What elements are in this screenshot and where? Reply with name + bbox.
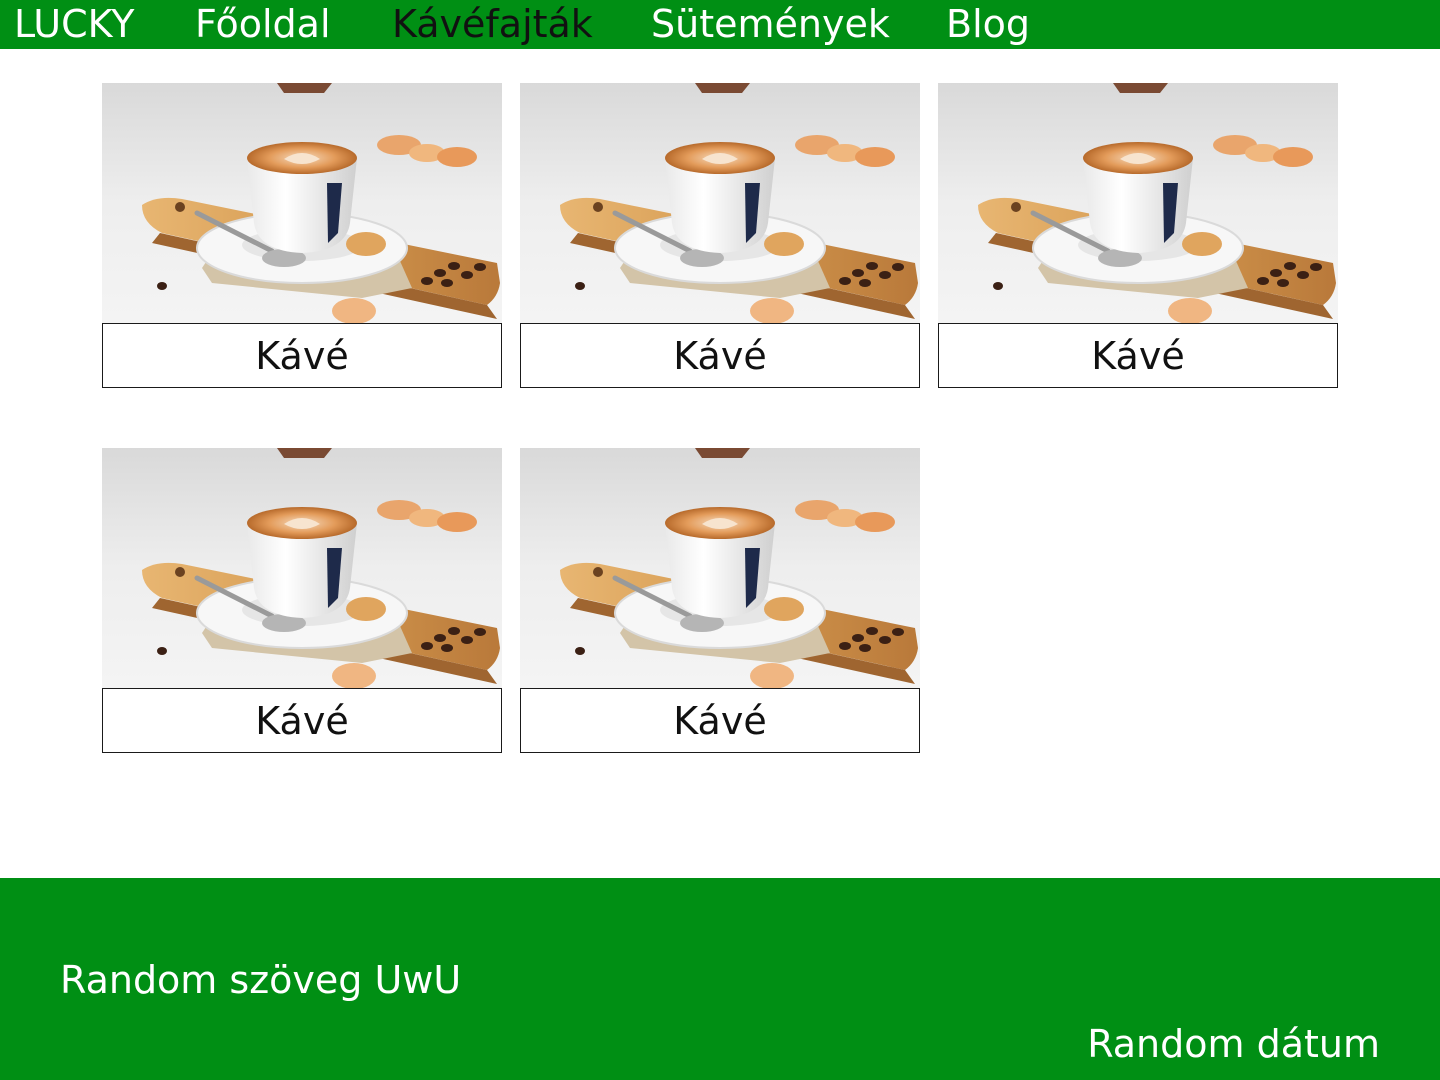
coffee-cup-image [102,448,502,688]
coffee-cup-image [938,83,1338,323]
top-navigation-bar: LUCKY Főoldal Kávéfajták Sütemények Blog [0,0,1440,49]
page: LUCKY Főoldal Kávéfajták Sütemények Blog… [0,0,1440,1080]
product-card-title: Kávé [938,323,1338,388]
product-card[interactable]: Kávé [102,83,502,388]
product-card[interactable]: Kávé [520,448,920,753]
coffee-cup-image [102,83,502,323]
nav-item-home[interactable]: Főoldal [195,2,331,46]
nav-item-cakes[interactable]: Sütemények [651,2,890,46]
footer-text: Random szöveg UwU [60,958,462,1002]
product-card-title: Kávé [102,323,502,388]
product-card-title: Kávé [520,323,920,388]
nav-item-blog[interactable]: Blog [946,2,1030,46]
nav-item-coffee-types[interactable]: Kávéfajták [392,2,593,46]
product-card-title: Kávé [520,688,920,753]
product-card[interactable]: Kávé [102,448,502,753]
site-logo[interactable]: LUCKY [14,2,134,46]
product-card-title: Kávé [102,688,502,753]
product-card[interactable]: Kávé [520,83,920,388]
coffee-cup-image [520,448,920,688]
coffee-cup-image [520,83,920,323]
product-card[interactable]: Kávé [938,83,1338,388]
footer-date: Random dátum [1087,1022,1380,1066]
footer: Random szöveg UwU Random dátum [0,878,1440,1080]
